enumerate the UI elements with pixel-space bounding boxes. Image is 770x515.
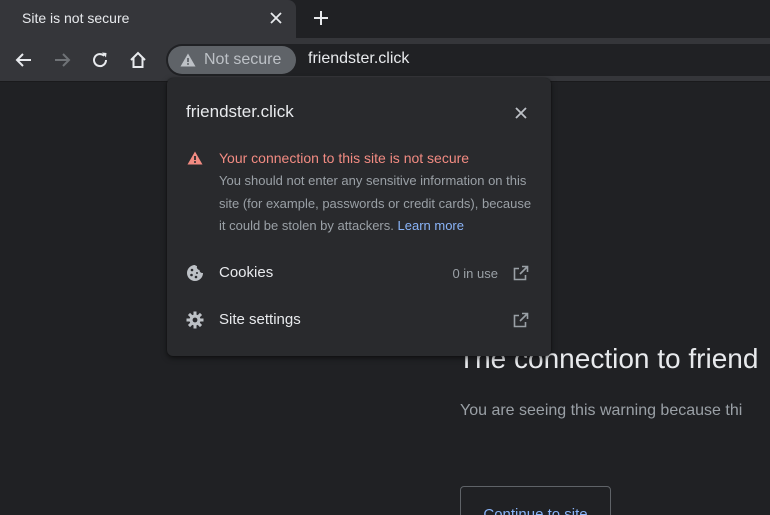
toolbar: Not secure friendster.click	[0, 38, 770, 82]
page-description: You are seeing this warning because thi	[460, 402, 743, 419]
warning-body-text: You should not enter any sensitive infor…	[219, 173, 532, 233]
popup-title: friendster.click	[186, 102, 294, 121]
tab-active[interactable]: Site is not secure	[0, 0, 296, 38]
close-icon[interactable]	[510, 102, 532, 124]
learn-more-link[interactable]: Learn more	[398, 218, 464, 233]
cookies-label: Cookies	[219, 264, 274, 281]
site-settings-label: Site settings	[219, 311, 301, 328]
address-bar[interactable]: Not secure friendster.click	[166, 44, 770, 76]
cookies-count: 0 in use	[452, 266, 498, 281]
external-link-icon	[513, 312, 529, 328]
forward-arrow-icon[interactable]	[48, 46, 76, 74]
tab-strip: Site is not secure	[0, 0, 770, 38]
new-tab-icon[interactable]	[308, 5, 334, 31]
url-text[interactable]: friendster.click	[308, 50, 409, 68]
warning-body: You should not enter any sensitive infor…	[219, 170, 537, 238]
cookies-row[interactable]: Cookies 0 in use	[167, 254, 551, 294]
continue-to-site-button[interactable]: Continue to site	[460, 486, 611, 515]
site-settings-row[interactable]: Site settings	[167, 301, 551, 341]
back-arrow-icon[interactable]	[10, 46, 38, 74]
external-link-icon	[513, 265, 529, 281]
security-chip-label: Not secure	[204, 51, 282, 68]
tab-title: Site is not secure	[22, 10, 130, 26]
tab-close-icon[interactable]	[265, 7, 287, 29]
gear-icon	[186, 311, 204, 329]
warning-title: Your connection to this site is not secu…	[219, 150, 470, 166]
security-chip[interactable]: Not secure	[168, 46, 296, 74]
reload-icon[interactable]	[86, 46, 114, 74]
cookie-icon	[186, 264, 204, 282]
warning-icon	[187, 151, 203, 165]
site-info-popup: friendster.click Your connection to this…	[167, 78, 551, 356]
home-icon[interactable]	[124, 46, 152, 74]
warning-icon	[180, 53, 196, 67]
